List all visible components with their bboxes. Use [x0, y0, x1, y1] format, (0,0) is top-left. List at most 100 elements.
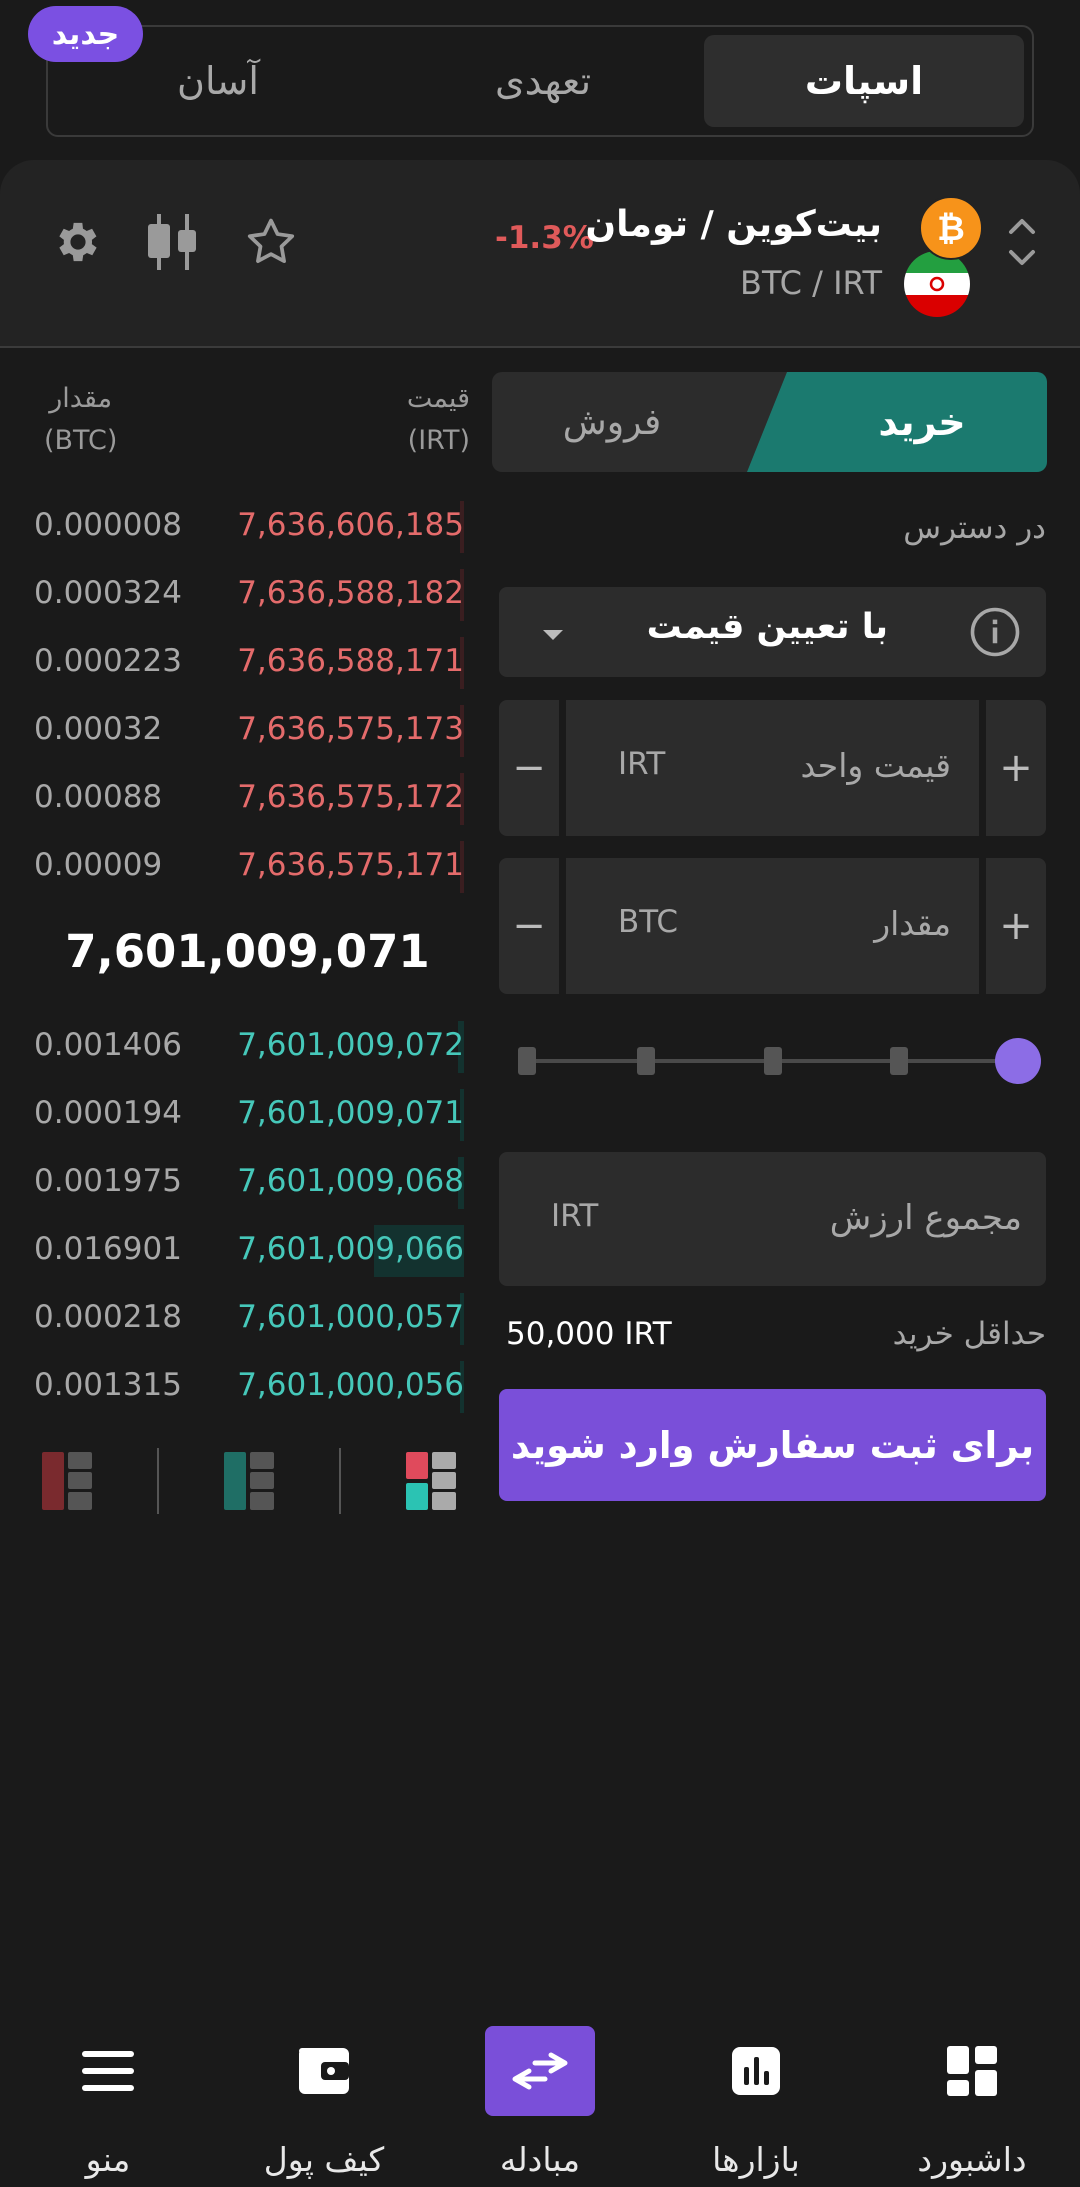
tab-sell[interactable]: فروش [492, 372, 792, 472]
nav-label-wallet: کیف پول [263, 2140, 385, 2179]
bid-row[interactable]: 0.001406 7,601,009,072 [0, 1013, 470, 1081]
order-amount: 0.001975 [34, 1163, 182, 1199]
dropdown-caret-icon [541, 627, 565, 646]
amount-header-label: مقدار [49, 383, 113, 414]
order-amount: 0.000324 [34, 575, 182, 611]
wallet-icon [269, 2026, 379, 2116]
favorite-star-icon[interactable] [242, 214, 300, 274]
tab-futures[interactable]: تعهدی [393, 35, 693, 127]
slider-tick-25[interactable] [637, 1047, 655, 1075]
nav-label-dashboard: داشبورد [917, 2140, 1027, 2179]
order-type-select[interactable]: با تعیین قیمت [499, 587, 1046, 677]
ask-row[interactable]: 0.000223 7,636,588,171 [0, 629, 470, 697]
order-price: 7,601,000,057 [237, 1299, 464, 1335]
last-price: 7,601,009,071 [65, 925, 430, 978]
unit-price-input[interactable]: قیمت واحد IRT [566, 700, 979, 836]
total-value-input[interactable]: مجموع ارزش IRT [499, 1152, 1046, 1286]
order-price: 7,636,588,182 [237, 575, 464, 611]
amount-slider-handle[interactable] [995, 1038, 1041, 1084]
bid-row[interactable]: 0.001315 7,601,000,056 [0, 1353, 470, 1421]
amount-unit-label: (BTC) [44, 425, 118, 456]
market-pair-title[interactable]: بیت‌کوین / تومان [585, 204, 882, 245]
order-type-value: با تعیین قیمت [646, 607, 888, 647]
svg-text:₿: ₿ [937, 209, 965, 249]
bid-row[interactable]: 0.001975 7,601,009,068 [0, 1149, 470, 1217]
ask-row[interactable]: 0.00009 7,636,575,171 [0, 833, 470, 901]
order-amount: 0.000223 [34, 643, 182, 679]
market-switch-chevrons-icon[interactable] [1005, 212, 1039, 276]
order-price: 7,601,000,056 [237, 1367, 464, 1403]
amount-currency: BTC [618, 904, 679, 940]
nav-item-wallet[interactable]: کیف پول [216, 2010, 432, 2187]
available-balance-label: در دسترس [903, 510, 1046, 546]
orderbook-amount-header: مقدار (BTC) [44, 378, 117, 462]
ask-row[interactable]: 0.000324 7,636,588,182 [0, 561, 470, 629]
amount-increment-button[interactable]: + [986, 858, 1046, 994]
order-price: 7,636,606,185 [237, 507, 464, 543]
slider-tick-0[interactable] [518, 1047, 536, 1075]
nav-item-markets[interactable]: بازارها [648, 2010, 864, 2187]
nav-item-dashboard[interactable]: داشبورد [864, 2010, 1080, 2187]
unit-price-decrement-button[interactable]: − [499, 700, 559, 836]
ask-row[interactable]: 0.00032 7,636,575,173 [0, 697, 470, 765]
markets-icon [701, 2026, 811, 2116]
order-price: 7,636,588,171 [237, 643, 464, 679]
unit-price-currency: IRT [618, 746, 666, 782]
total-value-currency: IRT [551, 1198, 599, 1234]
menu-icon [53, 2026, 163, 2116]
order-price: 7,601,009,071 [237, 1095, 464, 1131]
amount-decrement-button[interactable]: − [499, 858, 559, 994]
gear-icon[interactable] [52, 216, 104, 272]
min-buy-label: حداقل خرید [892, 1316, 1046, 1352]
order-amount: 0.00032 [34, 711, 163, 747]
order-amount: 0.001315 [34, 1367, 182, 1403]
orderbook-price-header: قیمت (IRT) [398, 378, 470, 462]
amount-input[interactable]: مقدار BTC [566, 858, 979, 994]
market-pair-symbol: BTC / IRT [740, 264, 882, 302]
view-bids-only-button[interactable] [224, 1452, 276, 1510]
view-asks-only-button[interactable] [42, 1452, 94, 1510]
bitcoin-icon: ₿ [919, 196, 983, 264]
amount-input-group: − مقدار BTC + [499, 858, 1046, 994]
bid-row[interactable]: 0.000194 7,601,009,071 [0, 1081, 470, 1149]
info-icon[interactable] [968, 605, 1022, 663]
view-divider [157, 1448, 159, 1514]
order-price: 7,636,575,172 [237, 779, 464, 815]
order-amount: 0.00088 [34, 779, 163, 815]
amount-label: مقدار [874, 904, 951, 943]
nav-label-exchange: مبادله [499, 2140, 581, 2179]
ask-row[interactable]: 0.000008 7,636,606,185 [0, 493, 470, 561]
slider-tick-75[interactable] [890, 1047, 908, 1075]
trade-mode-tabs: آسان تعهدی اسپات [46, 25, 1034, 137]
login-to-order-button[interactable]: برای ثبت سفارش وارد شوید [499, 1389, 1046, 1501]
slider-tick-50[interactable] [764, 1047, 782, 1075]
nav-item-exchange[interactable]: مبادله [432, 2010, 648, 2187]
nav-item-menu[interactable]: منو [0, 2010, 216, 2187]
view-both-button[interactable] [406, 1452, 458, 1510]
order-amount: 0.000008 [34, 507, 182, 543]
nav-label-menu: منو [85, 2140, 131, 2179]
market-header: -1.3% بیت‌کوین / تومان BTC / IRT ₿ [0, 160, 1080, 348]
price-change-percent: -1.3% [495, 220, 594, 256]
bid-row[interactable]: 0.000218 7,601,000,057 [0, 1285, 470, 1353]
unit-price-label: قیمت واحد [800, 746, 951, 785]
unit-price-increment-button[interactable]: + [986, 700, 1046, 836]
order-amount: 0.000218 [34, 1299, 182, 1335]
price-header-label: قیمت [406, 383, 470, 414]
total-value-label: مجموع ارزش [829, 1198, 1022, 1238]
tab-buy[interactable]: خرید [747, 372, 1047, 472]
candlestick-chart-icon[interactable] [142, 212, 206, 276]
order-amount: 0.000194 [34, 1095, 182, 1131]
buy-sell-tabs: فروش خرید [492, 372, 1047, 472]
view-divider [339, 1448, 341, 1514]
dashboard-icon [917, 2026, 1027, 2116]
ask-row[interactable]: 0.00088 7,636,575,172 [0, 765, 470, 833]
bid-row[interactable]: 0.016901 7,601,009,066 [0, 1217, 470, 1285]
unit-price-input-group: − قیمت واحد IRT + [499, 700, 1046, 836]
order-amount: 0.001406 [34, 1027, 182, 1063]
order-price: 7,636,575,171 [237, 847, 464, 883]
order-amount: 0.00009 [34, 847, 163, 883]
order-price: 7,601,009,068 [237, 1163, 464, 1199]
order-price: 7,636,575,173 [237, 711, 464, 747]
tab-spot[interactable]: اسپات [704, 35, 1024, 127]
